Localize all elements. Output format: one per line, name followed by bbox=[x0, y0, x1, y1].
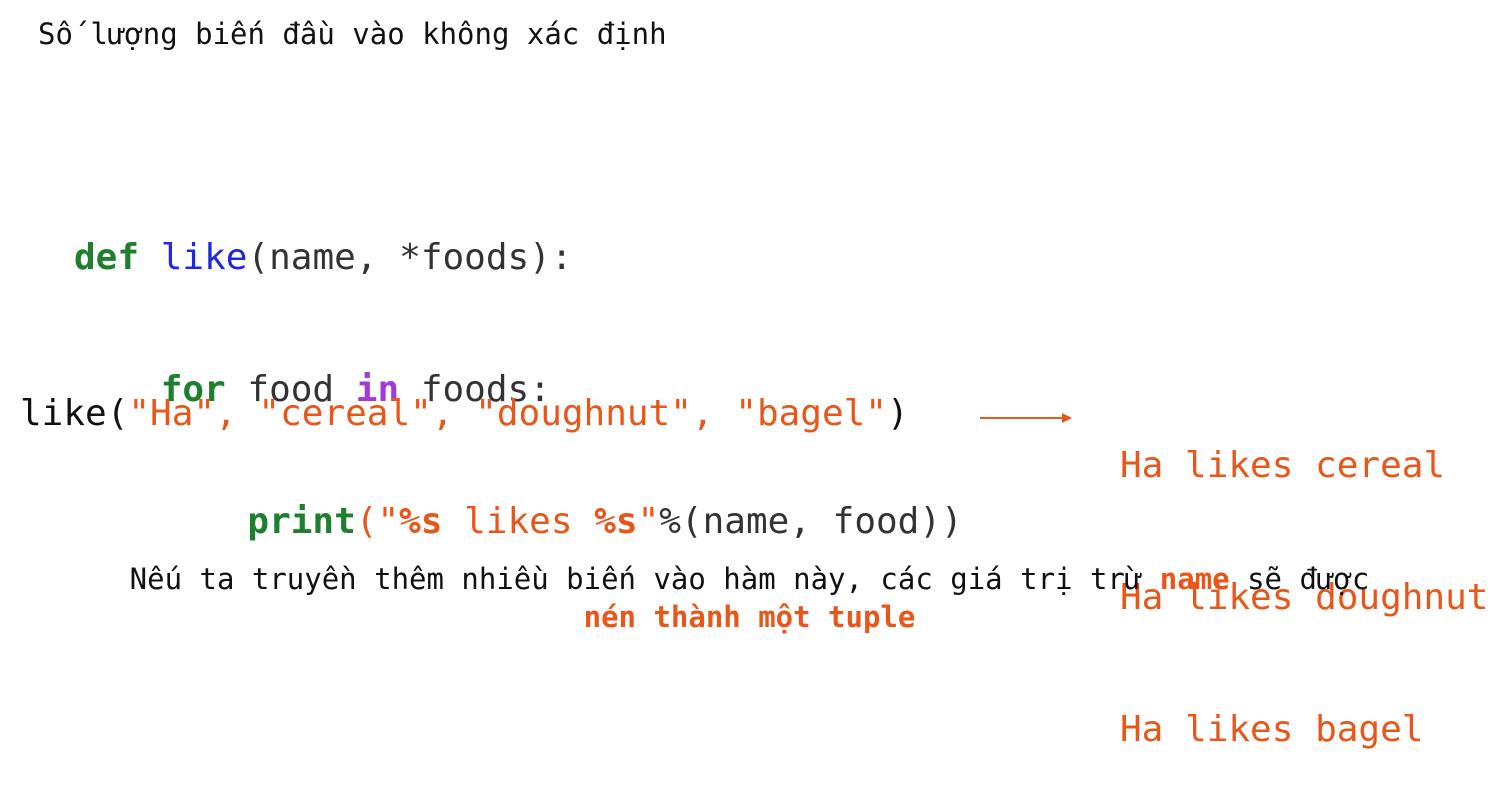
code-line-1: def like(name, *foods): bbox=[74, 236, 963, 280]
format-specifier-1: %s bbox=[399, 501, 443, 542]
format-args: %(name, food)) bbox=[659, 501, 963, 542]
keyword-print: print bbox=[247, 501, 356, 542]
call-fn: like( bbox=[20, 393, 129, 434]
string-open: (" bbox=[355, 501, 400, 542]
code-line-3: print("%s likes %s"%(name, food)) bbox=[74, 500, 963, 544]
call-close: ) bbox=[886, 393, 909, 434]
string-close: " bbox=[637, 501, 660, 542]
format-specifier-2: %s bbox=[594, 501, 638, 542]
slide-title: Số lượng biến đầu vào không xác định bbox=[38, 17, 667, 51]
note-text-2: sẽ được bbox=[1229, 562, 1370, 596]
output-line-3: Ha likes bagel bbox=[1120, 709, 1424, 750]
call-arg-4: "bagel" bbox=[735, 393, 887, 434]
code-block: def like(name, *foods): for food in food… bbox=[74, 148, 963, 588]
explanation-note: Nếu ta truyền thêm nhiều biến vào hàm nà… bbox=[0, 560, 1499, 636]
function-signature: (name, *foods): bbox=[247, 237, 573, 278]
note-highlight-tuple: nén thành một tuple bbox=[583, 600, 916, 634]
string-text: likes bbox=[442, 501, 595, 542]
right-arrow-icon bbox=[980, 413, 1072, 423]
note-text-1: Nếu ta truyền thêm nhiều biến vào hàm nà… bbox=[129, 562, 1160, 596]
call-arg-2: "cereal", bbox=[258, 393, 476, 434]
keyword-def: def bbox=[74, 237, 140, 278]
function-call: like("Ha", "cereal", "doughnut", "bagel"… bbox=[20, 392, 909, 436]
call-arg-1: "Ha", bbox=[128, 393, 259, 434]
output-line-1: Ha likes cereal bbox=[1120, 445, 1446, 486]
note-highlight-name: name bbox=[1159, 562, 1230, 596]
call-arg-3: "doughnut", bbox=[475, 393, 736, 434]
function-name: like bbox=[160, 237, 248, 278]
